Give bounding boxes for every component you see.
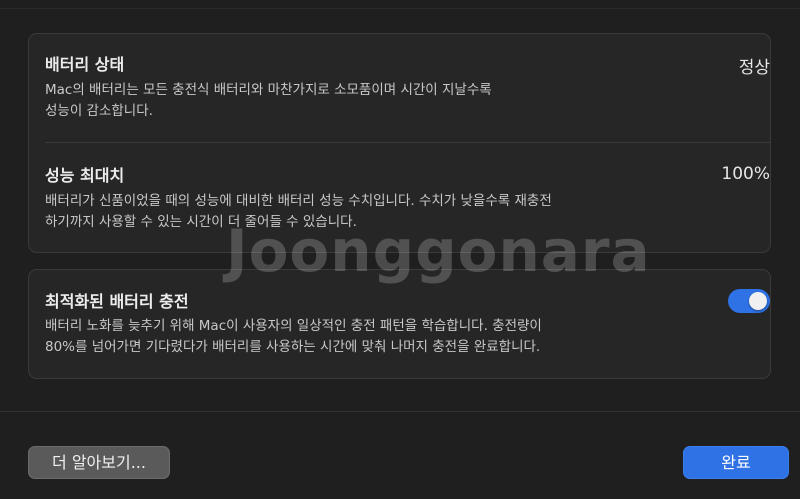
- battery-health-desc-1: Mac의 배터리는 모든 충전식 배터리와 마찬가지로 소모품이며 시간이 지날…: [45, 82, 492, 98]
- optimized-charging-desc-2: 80%를 넘어가면 기다렸다가 배터리를 사용하는 시간에 맞춰 나머지 충전을…: [45, 339, 541, 355]
- footer-separator: [0, 411, 800, 412]
- done-button[interactable]: 완료: [683, 446, 789, 479]
- max-capacity-title: 성능 최대치: [45, 166, 125, 185]
- battery-health-value: 정상: [738, 58, 770, 78]
- battery-dialog: 배터리 상태 정상 Mac의 배터리는 모든 충전식 배터리와 마찬가지로 소모…: [0, 0, 800, 499]
- learn-more-button[interactable]: 더 알아보기...: [28, 446, 170, 479]
- max-capacity-desc-1: 배터리가 신품이었을 때의 성능에 대비한 배터리 성능 수치입니다. 수치가 …: [45, 193, 552, 209]
- battery-info-card: 배터리 상태 정상 Mac의 배터리는 모든 충전식 배터리와 마찬가지로 소모…: [28, 33, 771, 253]
- card-divider: [45, 142, 770, 143]
- toggle-knob: [749, 292, 767, 310]
- optimized-charging-title: 최적화된 배터리 충전: [45, 292, 189, 311]
- optimized-charging-card: 최적화된 배터리 충전 배터리 노화를 늦추기 위해 Mac이 사용자의 일상적…: [28, 269, 771, 379]
- max-capacity-value: 100%: [721, 164, 770, 184]
- battery-health-desc-2: 성능이 감소합니다.: [45, 103, 153, 119]
- optimized-charging-toggle[interactable]: [728, 289, 770, 313]
- optimized-charging-desc-1: 배터리 노화를 늦추기 위해 Mac이 사용자의 일상적인 충전 패턴을 학습합…: [45, 318, 542, 334]
- battery-health-title: 배터리 상태: [45, 55, 125, 74]
- window-top-edge: [0, 0, 800, 9]
- max-capacity-desc-2: 하기까지 사용할 수 있는 시간이 더 줄어들 수 있습니다.: [45, 214, 357, 230]
